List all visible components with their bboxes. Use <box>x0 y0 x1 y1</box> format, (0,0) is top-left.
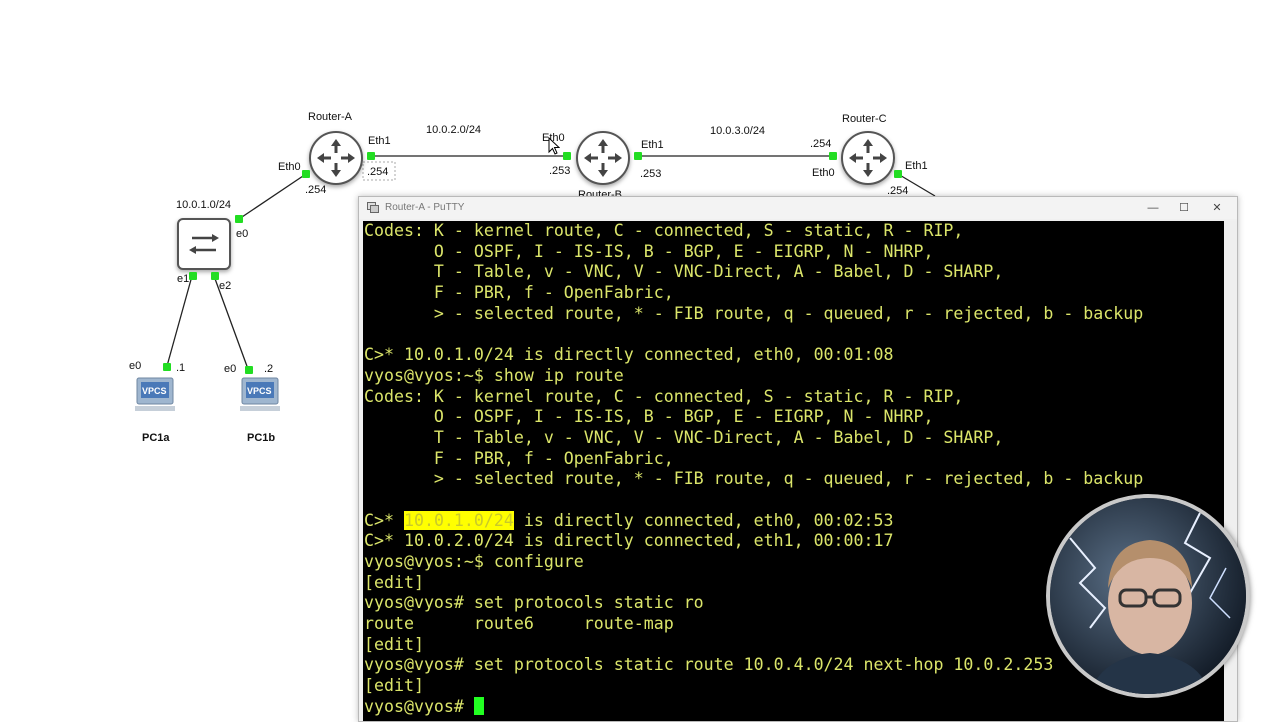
pc1b-badge: VPCS <box>247 386 272 396</box>
terminal-line: T - Table, v - VNC, V - VNC-Direct, A - … <box>364 427 1004 447</box>
pc1a-label: PC1a <box>142 432 170 444</box>
pc1a-e0-label: e0 <box>129 360 142 372</box>
rb-ip-253b: .253 <box>640 168 662 180</box>
router-b[interactable] <box>576 131 630 185</box>
terminal-line: > - selected route, * - FIB route, q - q… <box>364 303 1144 323</box>
port-sw-e0 <box>235 215 243 223</box>
ra-ip-254a: .254 <box>305 184 327 196</box>
subnet-2-label: 10.0.2.0/24 <box>426 124 482 136</box>
port-sw-e2 <box>211 272 219 280</box>
terminal-line: Codes: K - kernel route, C - connected, … <box>364 221 964 240</box>
terminal-cursor <box>473 696 484 715</box>
rb-eth1-label: Eth1 <box>641 139 664 151</box>
ra-eth0-label: Eth0 <box>278 161 301 173</box>
route-suffix: is directly connected, eth0, 00:02:53 <box>513 510 894 530</box>
rc-ip-254: .254 <box>810 138 832 150</box>
router-c[interactable] <box>841 131 895 185</box>
router-c-label: Router-C <box>842 113 887 125</box>
rc-eth1-label: Eth1 <box>905 160 928 172</box>
putty-title: Router-A - PuTTY <box>385 202 465 213</box>
pc1b-label: PC1b <box>247 432 276 444</box>
sw-e2-label: e2 <box>219 280 232 292</box>
port-pc1b-e0 <box>245 366 253 374</box>
terminal-prompt: vyos@vyos# <box>364 696 474 716</box>
ra-eth1-label: Eth1 <box>368 135 391 147</box>
mouse-pointer-icon <box>548 137 560 155</box>
rc-eth0-label: Eth0 <box>812 167 835 179</box>
subnet-3-label: 10.0.3.0/24 <box>710 125 766 137</box>
route-prefix: C>* <box>364 510 404 530</box>
presenter-image <box>1050 498 1246 694</box>
router-icon <box>584 139 622 177</box>
port-ra-eth1 <box>367 152 375 160</box>
ra-ip-254b: .254 <box>367 166 389 178</box>
router-a[interactable] <box>309 131 363 185</box>
router-icon <box>849 139 887 177</box>
port-rc-eth1 <box>894 170 902 178</box>
putty-app-icon <box>367 202 379 213</box>
terminal-line: Codes: K - kernel route, C - connected, … <box>364 386 964 406</box>
terminal-line: F - PBR, f - OpenFabric, <box>364 283 674 303</box>
close-button[interactable]: ✕ <box>1202 200 1232 216</box>
port-rb-eth0 <box>563 152 571 160</box>
link-switch-pc1a <box>166 275 193 367</box>
putty-titlebar[interactable]: Router-A - PuTTY — ☐ ✕ <box>359 197 1237 219</box>
port-sw-e1 <box>189 272 197 280</box>
router-icon <box>317 139 355 177</box>
minimize-button[interactable]: — <box>1138 200 1168 216</box>
terminal-line: > - selected route, * - FIB route, q - q… <box>364 469 1144 489</box>
pc1a-ip-label: .1 <box>176 362 186 374</box>
terminal-line: C>* 10.0.1.0/24 is directly connected, e… <box>364 345 894 365</box>
terminal-line: O - OSPF, I - IS-IS, B - BGP, E - EIGRP,… <box>364 241 934 261</box>
presenter-webcam <box>1046 494 1250 698</box>
ethernet-switch[interactable] <box>177 218 231 270</box>
port-pc1a-e0 <box>163 363 171 371</box>
sw-e0-label: e0 <box>236 228 249 240</box>
terminal-line: T - Table, v - VNC, V - VNC-Direct, A - … <box>364 262 1004 282</box>
terminal-prompt-line[interactable]: vyos@vyos# <box>364 696 1224 718</box>
port-rb-eth1 <box>634 152 642 160</box>
sw-e1-label: e1 <box>177 273 190 285</box>
highlighted-network: 10.0.1.0/24 <box>403 510 514 530</box>
port-ra-eth0 <box>302 170 310 178</box>
pc1b-ip-label: .2 <box>264 363 274 375</box>
pc1a-badge: VPCS <box>142 386 167 396</box>
subnet-1-label: 10.0.1.0/24 <box>176 199 232 211</box>
terminal-line: O - OSPF, I - IS-IS, B - BGP, E - EIGRP,… <box>364 407 934 427</box>
terminal-line: vyos@vyos:~$ show ip route <box>364 365 624 385</box>
port-rc-eth0 <box>829 152 837 160</box>
rb-ip-253a: .253 <box>549 165 571 177</box>
link-ra-switch <box>238 173 307 220</box>
terminal-line: F - PBR, f - OpenFabric, <box>364 448 674 468</box>
switch-icon <box>189 234 219 254</box>
pc1b-e0-label: e0 <box>224 363 237 375</box>
router-a-label: Router-A <box>308 111 353 123</box>
maximize-button[interactable]: ☐ <box>1169 200 1199 216</box>
